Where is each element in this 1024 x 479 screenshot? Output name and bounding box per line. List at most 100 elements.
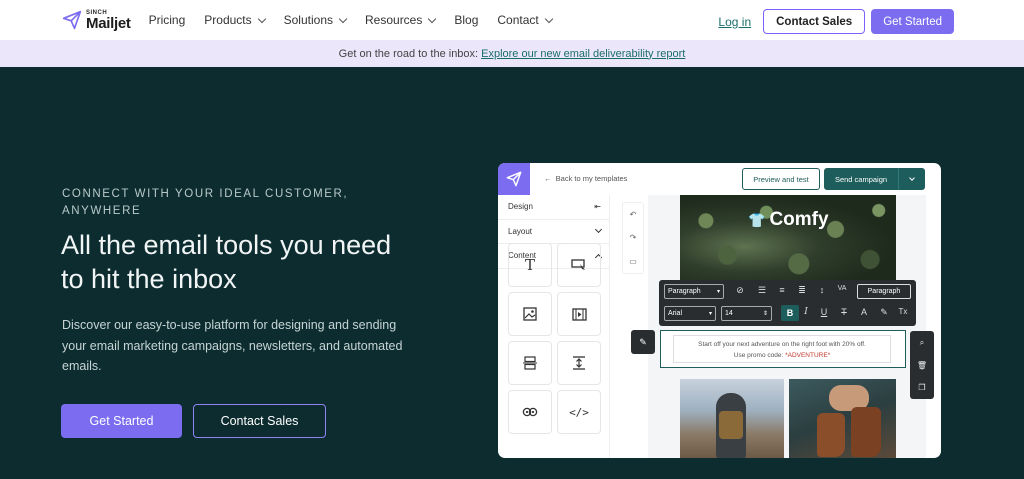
spacer-icon — [573, 356, 585, 370]
chevron-down-icon — [428, 14, 437, 23]
font-size-stepper[interactable]: 14 ⇕ — [721, 306, 772, 321]
edit-pencil-button[interactable]: ✎ — [631, 330, 655, 354]
trash-icon[interactable]: 🗑 — [917, 361, 927, 370]
backpack — [719, 411, 743, 439]
forest-image — [680, 195, 896, 281]
selected-text-block[interactable]: Start off your next adventure on the rig… — [660, 330, 906, 368]
nav-pricing[interactable]: Pricing — [149, 13, 186, 27]
button-icon — [571, 259, 585, 270]
login-link[interactable]: Log in — [718, 15, 751, 29]
link-icon[interactable]: ⊘ — [733, 285, 747, 296]
nav-contact-sales-button[interactable]: Contact Sales — [763, 9, 866, 34]
social-icon — [522, 407, 538, 417]
nav-products-label: Products — [204, 13, 252, 27]
left-boot — [817, 413, 845, 457]
chevron-down-icon: ▾ — [716, 289, 720, 295]
redo-icon[interactable]: ↷ — [630, 233, 637, 242]
nav-solutions-label: Solutions — [283, 13, 333, 27]
content-blocks-grid: T </> — [508, 243, 601, 434]
bullet-list-icon[interactable]: ☰ — [755, 285, 769, 296]
line-height-icon[interactable]: ↕ — [815, 285, 829, 295]
history-tools: ↶ ↷ ▭ — [622, 202, 644, 274]
image-block-tile[interactable] — [508, 292, 552, 336]
paper-plane-icon — [506, 171, 522, 187]
nav-resources[interactable]: Resources — [365, 13, 437, 27]
block-style-select[interactable]: Paragraph ▾ — [664, 284, 724, 299]
comment-icon[interactable]: ▭ — [629, 257, 637, 266]
nav-blog-label: Blog — [454, 13, 479, 27]
nav-solutions[interactable]: Solutions — [283, 13, 348, 27]
promo-code-label: Use promo code: — [733, 352, 784, 359]
preview-and-test-button[interactable]: Preview and test — [742, 168, 820, 190]
chevron-down-icon — [257, 14, 266, 23]
divider-icon — [523, 356, 537, 370]
collapse-icon: ⇤ — [594, 202, 601, 212]
send-options-dropdown[interactable] — [898, 168, 925, 190]
chevron-down-icon — [594, 226, 603, 234]
banner-report-link[interactable]: Explore our new email deliverability rep… — [481, 48, 685, 60]
email-header-image[interactable]: 👕 Comfy — [680, 195, 896, 281]
button-block-tile[interactable] — [557, 243, 601, 287]
search-icon[interactable]: ⌕ — [920, 338, 924, 348]
spacer-block-tile[interactable] — [557, 341, 601, 385]
top-navbar: SINCH Mailjet Pricing Products Solutions… — [0, 0, 1024, 40]
right-boot — [851, 407, 881, 457]
announcement-banner: Get on the road to the inbox: Explore ou… — [0, 40, 1024, 67]
text-format-toolbar: Paragraph ▾ ⊘ ☰ ≡ ≣ ↕ VA Paragraph Arial… — [659, 280, 916, 326]
divider-block-tile[interactable] — [508, 341, 552, 385]
send-campaign-button[interactable]: Send campaign — [824, 168, 898, 190]
hiker-photo[interactable] — [680, 379, 784, 458]
nav-products[interactable]: Products — [204, 13, 266, 27]
block-style-value: Paragraph — [668, 288, 701, 295]
duplicate-icon[interactable]: ❐ — [918, 383, 925, 392]
video-block-tile[interactable] — [557, 292, 601, 336]
sidebar-item-design[interactable]: Design ⇤ — [498, 195, 609, 220]
promo-code-line: Use promo code: *ADVENTURE* — [674, 350, 890, 361]
nav-contact[interactable]: Contact — [497, 13, 553, 27]
editor-logo — [498, 163, 530, 195]
font-family-select[interactable]: Arial ▾ — [664, 306, 716, 321]
bold-button[interactable]: B — [781, 305, 799, 321]
hero-contact-sales-button[interactable]: Contact Sales — [193, 404, 326, 438]
paragraph-style-button[interactable]: Paragraph — [857, 284, 911, 299]
highlight-icon[interactable]: ✎ — [877, 307, 891, 318]
sidebar-design-label: Design — [508, 202, 533, 212]
stepper-arrows-icon: ⇕ — [762, 311, 768, 317]
boots-photo[interactable] — [789, 379, 896, 458]
nav-blog[interactable]: Blog — [454, 13, 478, 27]
underline-icon[interactable]: U — [817, 307, 831, 317]
text-block-tile[interactable]: T — [508, 243, 552, 287]
promo-text-line: Start off your next adventure on the rig… — [698, 341, 866, 348]
hero-get-started-button[interactable]: Get Started — [61, 404, 182, 438]
numbered-list-icon[interactable]: ≡ — [775, 285, 789, 295]
chevron-down-icon: ▾ — [708, 311, 712, 317]
font-family-value: Arial — [668, 310, 683, 317]
chevron-down-icon — [338, 14, 348, 23]
nav-actions: Log in Contact Sales Get Started — [718, 9, 954, 34]
nav-pricing-label: Pricing — [148, 13, 186, 27]
nav-get-started-button[interactable]: Get Started — [871, 9, 954, 34]
code-block-tile[interactable]: </> — [557, 390, 601, 434]
hero-eyebrow: CONNECT WITH YOUR IDEAL CUSTOMER, ANYWHE… — [62, 188, 349, 217]
nav-contact-label: Contact — [497, 13, 539, 27]
pencil-icon: ✎ — [639, 336, 647, 347]
mailjet-logo[interactable]: SINCH Mailjet — [62, 10, 131, 31]
back-to-templates-link[interactable]: ← Back to my templates — [544, 174, 627, 183]
nav-links: Pricing Products Solutions Resources Blo… — [149, 13, 571, 27]
clear-format-icon[interactable]: Tx — [896, 307, 910, 316]
undo-icon[interactable]: ↶ — [630, 210, 637, 219]
strikethrough-icon[interactable]: T — [837, 307, 851, 317]
letter-spacing-icon[interactable]: VA — [835, 285, 849, 292]
chevron-down-icon — [909, 175, 915, 181]
italic-icon[interactable]: I — [799, 307, 813, 317]
text-block-content[interactable]: Start off your next adventure on the rig… — [673, 335, 891, 363]
social-block-tile[interactable] — [508, 390, 552, 434]
align-icon[interactable]: ≣ — [795, 285, 809, 296]
banner-text: Get on the road to the inbox: — [338, 47, 479, 60]
code-icon: </> — [569, 405, 589, 419]
email-brand-logo: 👕 Comfy — [748, 209, 829, 231]
text-color-icon[interactable]: A — [857, 307, 871, 317]
arrow-left-icon: ← — [544, 174, 556, 183]
email-brand-name: Comfy — [769, 209, 829, 230]
sidebar-item-layout[interactable]: Layout — [498, 220, 609, 244]
